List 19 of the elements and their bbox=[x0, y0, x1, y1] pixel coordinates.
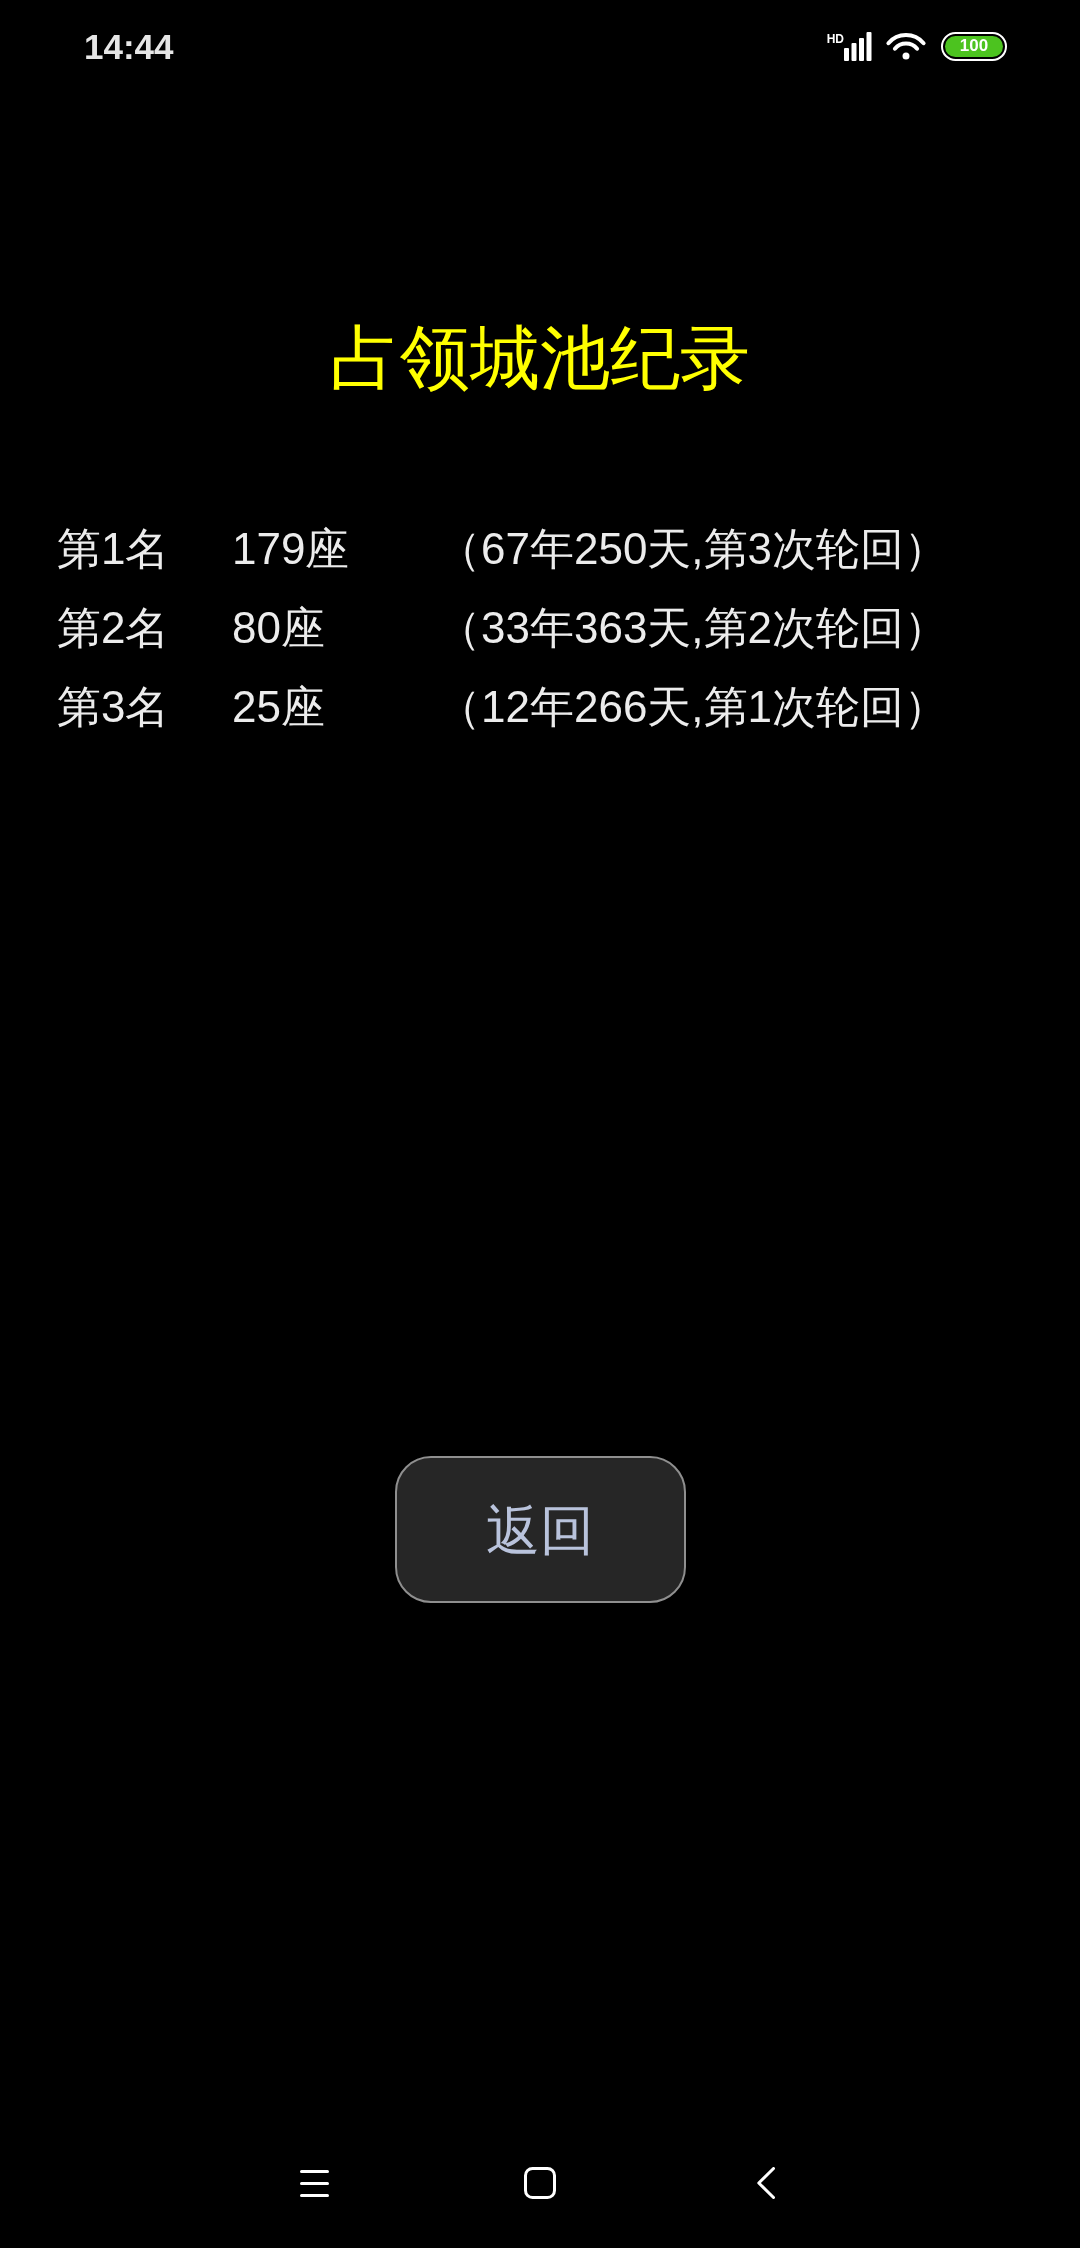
menu-icon[interactable] bbox=[299, 2169, 329, 2197]
battery-percentage: 100 bbox=[945, 35, 1003, 57]
back-chevron-icon[interactable] bbox=[757, 2167, 775, 2199]
network-type-label: HD bbox=[826, 32, 844, 45]
home-square-icon[interactable] bbox=[524, 2167, 556, 2199]
rank-text: 第3名 bbox=[57, 681, 171, 734]
clock-time: 14:44 bbox=[84, 28, 174, 64]
return-button[interactable]: 返回 bbox=[394, 1456, 686, 1603]
rank-text: 第2名 bbox=[57, 602, 171, 655]
record-detail-text: （12年266天,第1次轮回） bbox=[437, 681, 950, 734]
record-detail-text: （33年363天,第2次轮回） bbox=[437, 602, 950, 655]
city-count-text: 80座 bbox=[232, 602, 326, 655]
page-title: 占领城池纪录 bbox=[329, 318, 751, 399]
city-count-text: 25座 bbox=[232, 681, 326, 734]
record-detail-text: （67年250天,第3次轮回） bbox=[437, 523, 950, 576]
city-count-text: 179座 bbox=[232, 523, 351, 576]
rank-text: 第1名 bbox=[57, 523, 171, 576]
signal-icon bbox=[844, 31, 872, 61]
wifi-icon bbox=[885, 32, 927, 60]
